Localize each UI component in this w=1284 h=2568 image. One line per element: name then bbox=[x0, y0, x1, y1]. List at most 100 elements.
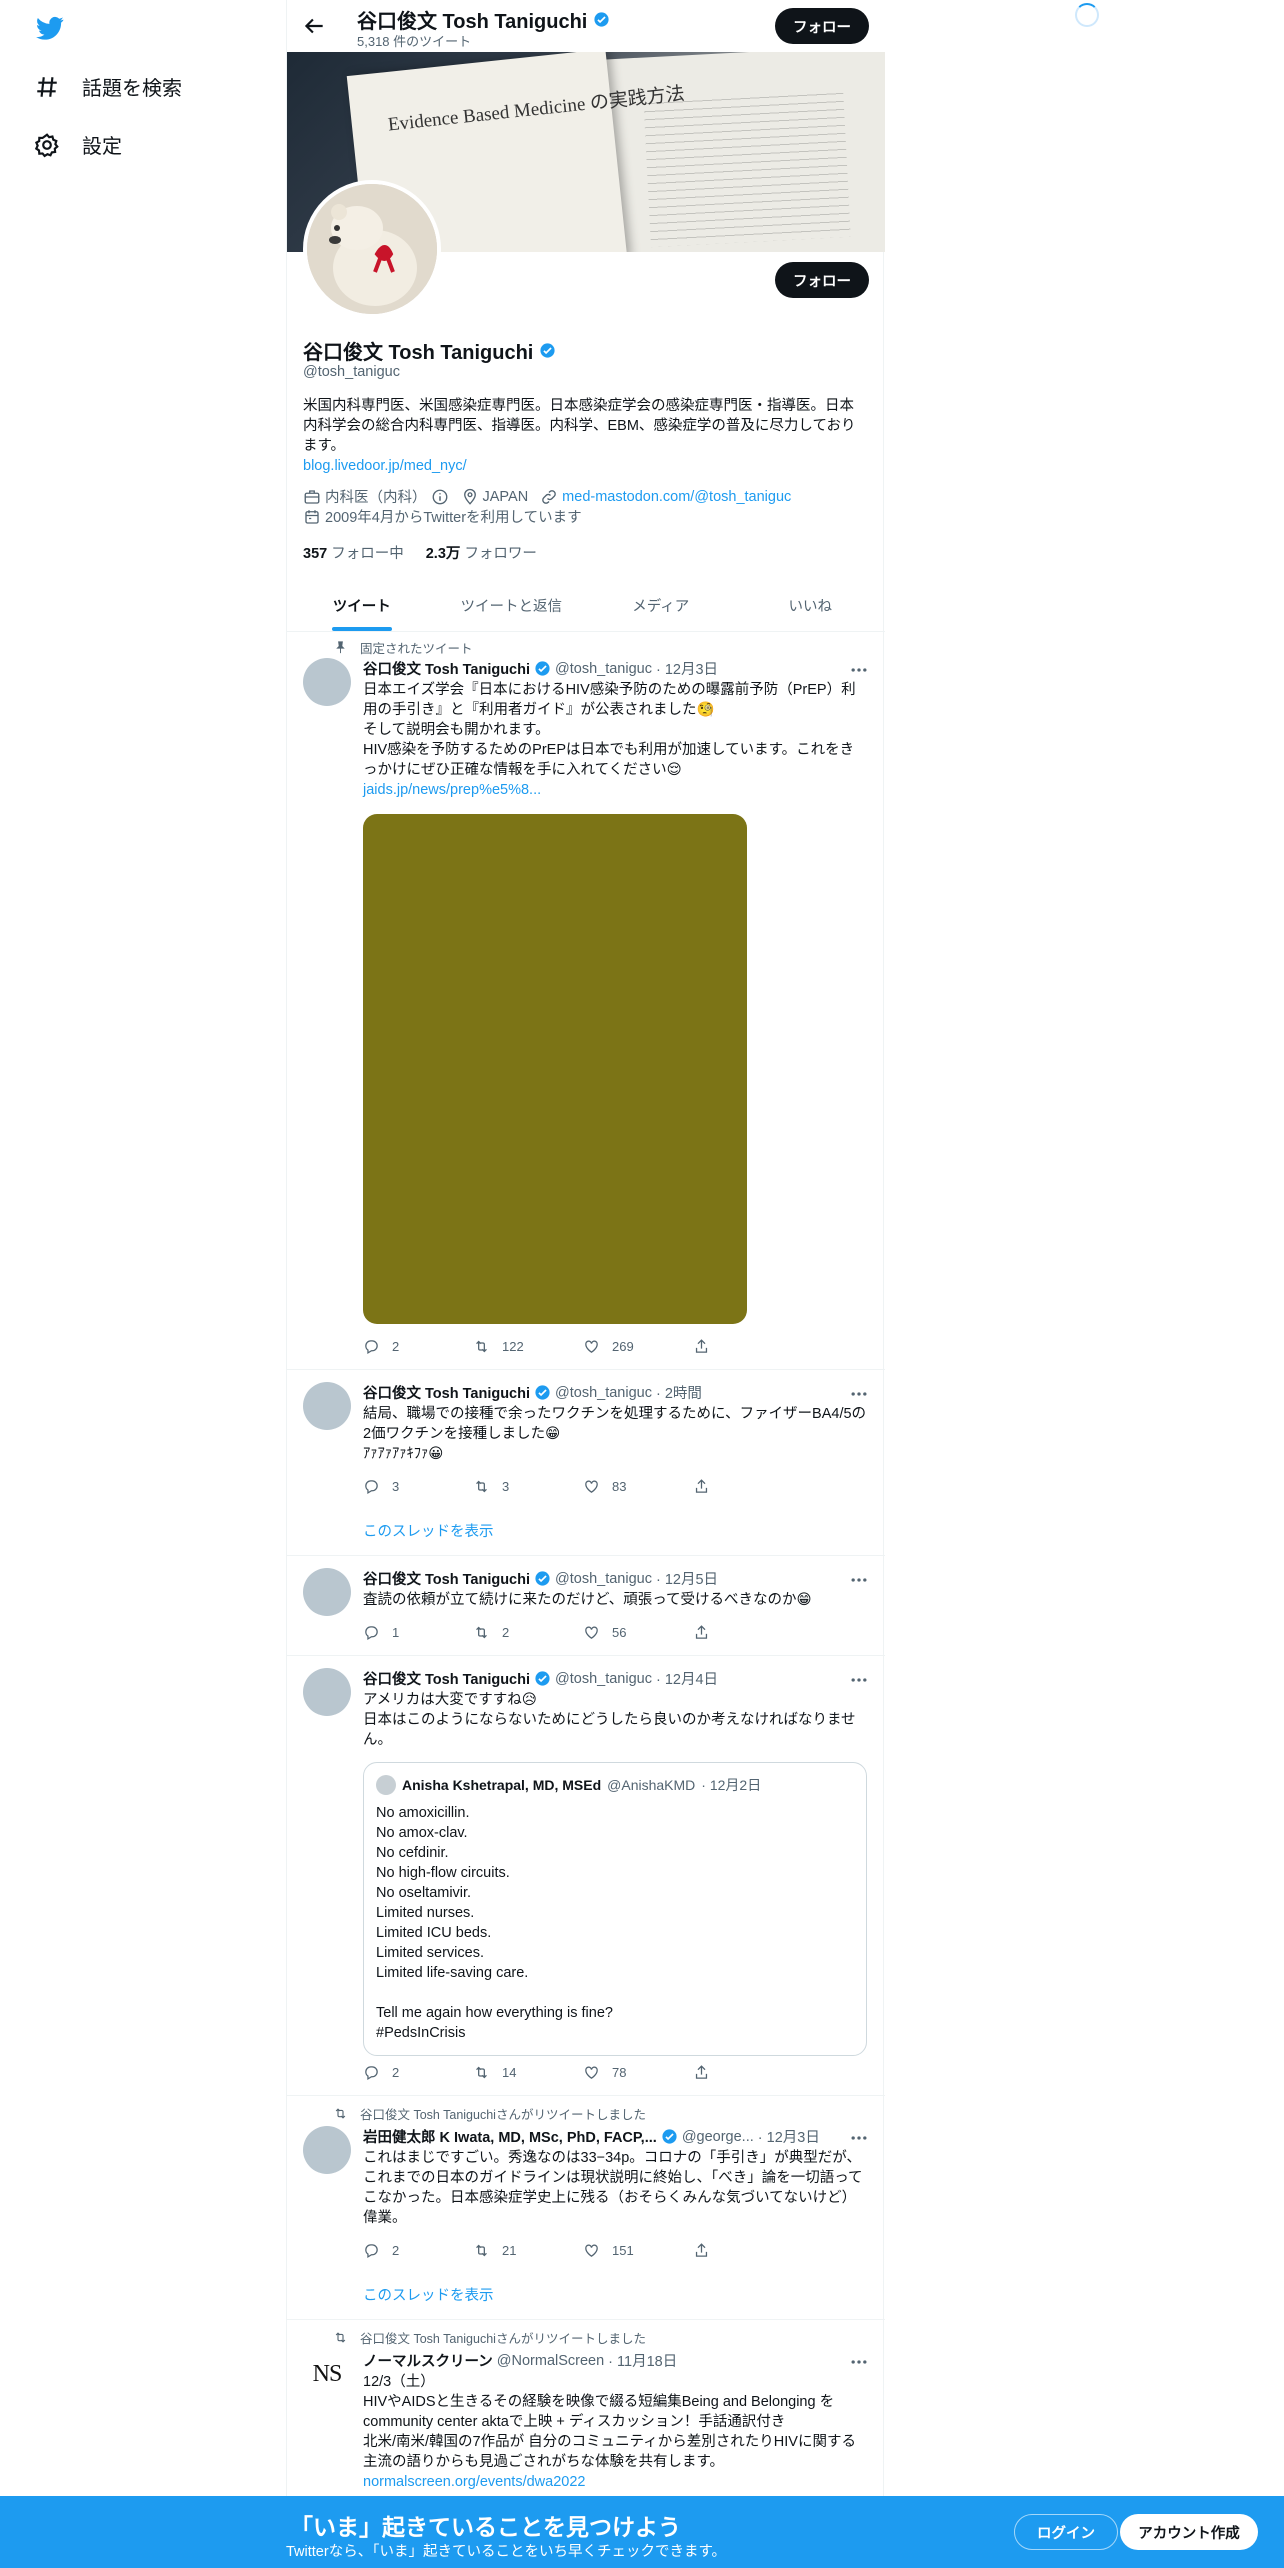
profile-website-link[interactable]: med-mastodon.com/@tosh_taniguc bbox=[562, 489, 791, 505]
following-link[interactable]: 357 フォロー中 bbox=[303, 542, 404, 563]
author-handle[interactable]: @tosh_taniguc bbox=[555, 661, 652, 677]
like-count: 56 bbox=[612, 1625, 627, 1640]
profile-avatar[interactable] bbox=[303, 180, 441, 318]
avatar[interactable] bbox=[303, 1668, 351, 1716]
reply-button[interactable]: 2 bbox=[363, 2064, 473, 2081]
tweet-timestamp[interactable]: · 12月4日 bbox=[656, 1668, 718, 1689]
tweet-timestamp[interactable]: · 2時間 bbox=[656, 1382, 702, 1403]
tweet-timestamp[interactable]: · 12月5日 bbox=[656, 1568, 718, 1589]
tweet-link[interactable]: jaids.jp/news/prep%e5%8... bbox=[363, 782, 541, 798]
avatar[interactable] bbox=[303, 1568, 351, 1616]
bio-link[interactable]: blog.livedoor.jp/med_nyc/ bbox=[303, 458, 467, 474]
author-name[interactable]: 岩田健太郎 K Iwata, MD, MSc, PhD, FACP,... bbox=[363, 2126, 657, 2147]
avatar[interactable] bbox=[303, 658, 351, 706]
quoted-text-line bbox=[376, 1983, 856, 2003]
quoted-tweet[interactable]: Anisha Kshetrapal, MD, MSEd @AnishaKMD ·… bbox=[363, 1762, 867, 2056]
tweet-retweeted[interactable]: 谷口俊文 Tosh Taniguchiさんがリツイートしました NS ノーマルス… bbox=[287, 2320, 885, 2496]
location-pin-icon bbox=[463, 488, 476, 505]
author-handle[interactable]: @george... bbox=[682, 2129, 754, 2145]
avatar[interactable] bbox=[303, 1382, 351, 1430]
quoted-text-line: No amoxicillin. bbox=[376, 1805, 470, 1821]
retweet-icon bbox=[476, 1340, 487, 1353]
avatar[interactable]: NS bbox=[303, 2350, 351, 2398]
tweet-media-image[interactable] bbox=[363, 814, 747, 1324]
tweet-timestamp[interactable]: · 12月3日 bbox=[758, 2126, 820, 2147]
more-options-icon[interactable] bbox=[849, 1670, 869, 1690]
reply-button[interactable]: 1 bbox=[363, 1624, 473, 1641]
tweet-retweeted[interactable]: 谷口俊文 Tosh Taniguchiさんがリツイートしました 岩田健太郎 K … bbox=[287, 2096, 885, 2320]
retweet-button[interactable]: 3 bbox=[473, 1478, 583, 1495]
tweet-item[interactable]: 谷口俊文 Tosh Taniguchi @tosh_taniguc · 12月4… bbox=[287, 1656, 885, 2096]
author-name[interactable]: 谷口俊文 Tosh Taniguchi bbox=[363, 1568, 530, 1589]
profile-bio: 米国内科専門医、米国感染症専門医。日本感染症学会の感染症専門医・指導医。日本内科… bbox=[303, 396, 863, 476]
retweet-count: 21 bbox=[502, 2243, 517, 2258]
nav-settings[interactable]: 設定 bbox=[34, 130, 122, 159]
author-handle[interactable]: @tosh_taniguc bbox=[555, 1671, 652, 1687]
reply-button[interactable]: 3 bbox=[363, 1478, 473, 1495]
author-name[interactable]: 谷口俊文 Tosh Taniguchi bbox=[363, 1668, 530, 1689]
reply-button[interactable]: 2 bbox=[363, 2242, 473, 2259]
like-button[interactable]: 269 bbox=[583, 1338, 693, 1355]
more-options-icon[interactable] bbox=[849, 1570, 869, 1590]
tweet-item[interactable]: 谷口俊文 Tosh Taniguchi @tosh_taniguc · 2時間 … bbox=[287, 1370, 885, 1556]
share-button[interactable] bbox=[693, 1338, 803, 1355]
header-follow-button[interactable]: フォロー bbox=[775, 8, 869, 44]
signup-button[interactable]: アカウント作成 bbox=[1120, 2514, 1258, 2550]
followers-link[interactable]: 2.3万 フォロワー bbox=[426, 542, 537, 563]
more-options-icon[interactable] bbox=[849, 2128, 869, 2148]
author-handle[interactable]: @tosh_taniguc bbox=[555, 1385, 652, 1401]
profile-follow-button[interactable]: フォロー bbox=[775, 262, 869, 298]
author-handle[interactable]: @NormalScreen bbox=[497, 2353, 604, 2369]
tweet-actions: 2 122 269 bbox=[363, 1338, 803, 1355]
author-handle[interactable]: @tosh_taniguc bbox=[555, 1571, 652, 1587]
back-arrow-icon[interactable] bbox=[301, 13, 327, 39]
twitter-logo-icon[interactable] bbox=[34, 14, 66, 42]
retweet-button[interactable]: 14 bbox=[473, 2064, 583, 2081]
tab-media[interactable]: メディア bbox=[586, 580, 736, 631]
author-name[interactable]: 谷口俊文 Tosh Taniguchi bbox=[363, 1382, 530, 1403]
profile-meta-row: 内科医（内科） JAPAN med-mastodon.com/@tosh_tan… bbox=[303, 486, 791, 507]
calendar-icon bbox=[305, 509, 319, 524]
info-icon[interactable] bbox=[431, 488, 449, 506]
verified-badge-icon bbox=[535, 1671, 550, 1686]
retweet-button[interactable]: 21 bbox=[473, 2242, 583, 2259]
share-button[interactable] bbox=[693, 1624, 803, 1641]
more-options-icon[interactable] bbox=[849, 2352, 869, 2372]
tweet-timestamp[interactable]: · 11月18日 bbox=[608, 2350, 677, 2371]
author-name[interactable]: ノーマルスクリーン bbox=[363, 2350, 493, 2371]
link-icon bbox=[542, 489, 557, 504]
retweet-button[interactable]: 122 bbox=[473, 1338, 583, 1355]
tweet-text: 12/3（土） HIVやAIDSと生きるその経験を映像で綴る短編集Being a… bbox=[363, 2372, 867, 2492]
more-options-icon[interactable] bbox=[849, 1384, 869, 1404]
more-options-icon[interactable] bbox=[849, 660, 869, 680]
following-label: フォロー中 bbox=[331, 546, 404, 562]
like-button[interactable]: 151 bbox=[583, 2242, 693, 2259]
tweet-pinned[interactable]: 固定されたツイート 谷口俊文 Tosh Taniguchi @tosh_tani… bbox=[287, 632, 885, 1370]
tab-tweets[interactable]: ツイート bbox=[287, 580, 437, 631]
retweet-count: 2 bbox=[502, 1625, 510, 1640]
login-button[interactable]: ログイン bbox=[1014, 2514, 1118, 2550]
reply-button[interactable]: 2 bbox=[363, 1338, 473, 1355]
like-button[interactable]: 56 bbox=[583, 1624, 693, 1641]
show-thread-link[interactable]: このスレッドを表示 bbox=[363, 2284, 494, 2305]
retweet-button[interactable]: 2 bbox=[473, 1624, 583, 1641]
like-button[interactable]: 78 bbox=[583, 2064, 693, 2081]
tweet-text: これはまじですごい。秀逸なのは33−34p。コロナの「手引き」が典型だが、これま… bbox=[363, 2150, 863, 2226]
author-name[interactable]: 谷口俊文 Tosh Taniguchi bbox=[363, 658, 530, 679]
tweet-text: 査読の依頼が立て続けに来たのだけど、頑張って受けるべきなのか😁 bbox=[363, 1592, 812, 1608]
show-thread-link[interactable]: このスレッドを表示 bbox=[363, 1520, 494, 1541]
share-button[interactable] bbox=[693, 2242, 803, 2259]
share-button[interactable] bbox=[693, 1478, 803, 1495]
tab-likes[interactable]: いいね bbox=[736, 580, 886, 631]
like-button[interactable]: 83 bbox=[583, 1478, 693, 1495]
tweet-link[interactable]: normalscreen.org/events/dwa2022 bbox=[363, 2474, 585, 2490]
nav-explore[interactable]: 話題を検索 bbox=[34, 72, 182, 101]
share-button[interactable] bbox=[693, 2064, 803, 2081]
tweet-item[interactable]: 谷口俊文 Tosh Taniguchi @tosh_taniguc · 12月5… bbox=[287, 1556, 885, 1656]
share-icon bbox=[695, 1625, 708, 1639]
gear-icon bbox=[34, 132, 59, 157]
tweet-timestamp[interactable]: · 12月3日 bbox=[656, 658, 718, 679]
tab-tweets-and-replies[interactable]: ツイートと返信 bbox=[437, 580, 587, 631]
avatar[interactable] bbox=[303, 2126, 351, 2174]
retweet-context-label: 谷口俊文 Tosh Taniguchiさんがリツイートしました bbox=[360, 2332, 646, 2346]
